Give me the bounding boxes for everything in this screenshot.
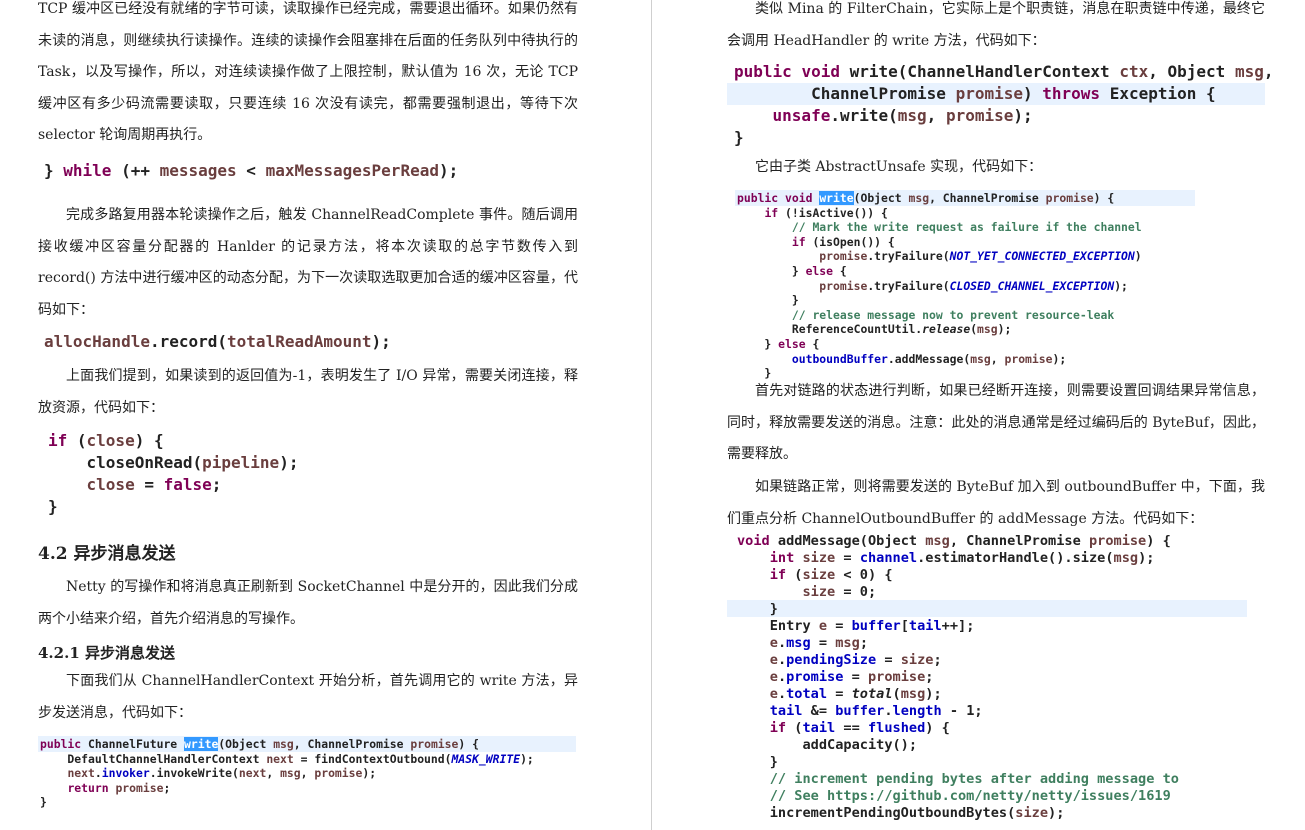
paragraph-context-write: 下面我们从 ChannelHandlerContext 开始分析，首先调用它的 … [38,673,578,721]
paragraph-read-loop: TCP 缓冲区已经没有就绪的字节可读，读取操作已经完成，需要退出循环。如果仍然有… [38,1,578,143]
paragraph-read-complete: 完成多路复用器本轮读操作之后，触发 ChannelReadComplete 事件… [38,207,578,318]
paragraph-close-connection: 上面我们提到，如果读到的返回值为-1，表明发生了 I/O 异常，需要关闭连接，释… [38,368,578,416]
section-heading-4-2: 4.2 异步消息发送 [38,544,176,564]
subsection-heading-4-2-1: 4.2.1 异步消息发送 [38,644,175,662]
code-abstract-unsafe-write: public void write(Object msg, ChannelPro… [737,191,1142,381]
paragraph-abstract-unsafe: 它由子类 AbstractUnsafe 实现，代码如下： [755,159,1043,175]
code-channel-future-write: public ChannelFuture write(Object msg, C… [40,737,534,810]
paragraph-add-message: 如果链路正常，则将需要发送的 ByteBuf 加入到 outboundBuffe… [727,479,1265,527]
code-alloc-record: allocHandle.record(totalReadAmount); [44,332,391,351]
paragraph-link-state: 首先对链路的状态进行判断，如果已经断开连接，则需要设置回调结果异常信息，同时，释… [727,383,1265,462]
code-head-handler-write: public void write(ChannelHandlerContext … [734,62,1274,147]
code-close-on-read: if (close) { closeOnRead(pipeline); clos… [48,431,299,516]
code-while-loop: } while (++ messages < maxMessagesPerRea… [44,161,459,180]
paragraph-filter-chain: 类似 Mina 的 FilterChain，它实际上是个职责链，消息在职责链中传… [727,1,1265,49]
page-divider [651,0,652,830]
code-add-message-method: void addMessage(Object msg, ChannelPromi… [737,533,1179,821]
paragraph-write-flush: Netty 的写操作和将消息真正刷新到 SocketChannel 中是分开的，… [38,579,578,627]
